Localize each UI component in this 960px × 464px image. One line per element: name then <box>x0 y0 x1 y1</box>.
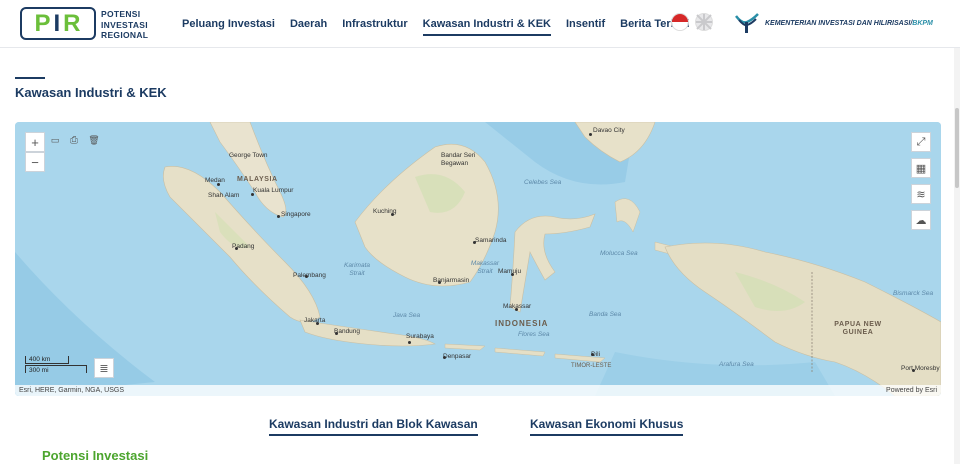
logo-text-line: INVESTASI <box>101 19 148 30</box>
zoom-out-button[interactable]: − <box>25 152 45 172</box>
city-label: Palembang <box>293 272 326 279</box>
scale-mi: 300 mi <box>25 365 87 374</box>
city-label: Kuala Lumpur <box>253 187 294 194</box>
city-label: Jakarta <box>304 317 326 324</box>
sea-label: Flores Sea <box>518 331 550 338</box>
city-label: Surabaya <box>406 333 434 340</box>
city-label: Bandar Seri Begawan <box>441 152 476 167</box>
city-label: Padang <box>232 243 255 250</box>
ministry-name-main: KEMENTERIAN INVESTASI DAN HILIRISASI/ <box>765 19 913 27</box>
logo-letter: R <box>63 9 82 37</box>
country-label-papua-new-guinea: PAPUA NEW GUINEA <box>834 321 882 336</box>
trash-icon[interactable]: 🗑 <box>85 132 103 148</box>
city-label: Davao City <box>593 127 625 134</box>
city-dot <box>277 215 280 218</box>
zoom-in-button[interactable]: + <box>25 132 45 152</box>
city-label: Shah Alam <box>208 192 240 199</box>
city-label: Denpasar <box>443 353 472 360</box>
main-nav: Peluang Investasi Daerah Infrastruktur K… <box>182 0 705 48</box>
nav-daerah[interactable]: Daerah <box>290 14 327 34</box>
city-label: Makassar <box>503 303 532 310</box>
nav-kawasan-industri-kek[interactable]: Kawasan Industri & KEK <box>422 14 552 36</box>
indonesia-flag-icon[interactable] <box>671 13 689 31</box>
tab-kawasan-ekonomi-khusus[interactable]: Kawasan Ekonomi Khusus <box>530 417 684 436</box>
qr-code-icon[interactable]: ▦ <box>911 158 931 178</box>
map-scale-bar: 400 km 300 mi <box>25 356 87 374</box>
logo-text: POTENSI INVESTASI REGIONAL <box>101 9 148 41</box>
ministry-logo[interactable]: KEMENTERIAN INVESTASI DAN HILIRISASI/BKP… <box>734 12 933 34</box>
city-label: Port Moresby <box>901 365 940 372</box>
attribution-text: Esri, HERE, Garmin, NGA, USGS <box>19 387 125 394</box>
title-accent-rule <box>15 77 45 79</box>
city-dot <box>408 341 411 344</box>
logo-letter: I <box>53 9 62 37</box>
city-label: Medan <box>205 177 225 184</box>
city-label: Samarinda <box>475 237 507 244</box>
layers-icon[interactable]: ≋ <box>911 184 931 204</box>
page-scrollbar[interactable] <box>954 48 960 464</box>
nav-infrastruktur[interactable]: Infrastruktur <box>342 14 407 34</box>
sea-label: Celebes Sea <box>524 179 562 186</box>
measure-icon[interactable]: ▭ <box>46 132 64 148</box>
city-label: Singapore <box>281 211 311 218</box>
powered-by-esri-link[interactable]: Powered by Esri <box>886 387 937 394</box>
ministry-emblem-icon <box>735 13 759 33</box>
city-label: Kuching <box>373 208 397 215</box>
sea-label: Molucca Sea <box>600 250 638 257</box>
sea-label: Karimata Strait <box>343 262 370 277</box>
sea-label: Banda Sea <box>589 311 622 318</box>
city-label: George Town <box>229 152 268 159</box>
section-heading-potensi-investasi: Potensi Investasi <box>42 448 149 463</box>
page-title: Kawasan Industri & KEK <box>15 85 167 100</box>
city-label: Dili <box>591 351 601 358</box>
map-view[interactable]: MALAYSIA INDONESIA PAPUA NEW GUINEA Dava… <box>15 122 941 396</box>
nav-insentif[interactable]: Insentif <box>566 14 605 34</box>
scrollbar-thumb[interactable] <box>955 108 959 188</box>
ministry-name-bkpm: BKPM <box>912 19 933 27</box>
tab-kawasan-industri[interactable]: Kawasan Industri dan Blok Kawasan <box>269 417 478 436</box>
city-label: Bandung <box>334 328 361 335</box>
map-attribution: Esri, HERE, Garmin, NGA, USGS Powered by… <box>15 385 941 396</box>
ministry-name: KEMENTERIAN INVESTASI DAN HILIRISASI/BKP… <box>765 20 933 27</box>
logo-text-line: POTENSI <box>101 9 141 19</box>
logo-text-line: REGIONAL <box>101 30 149 40</box>
pir-logo[interactable]: P I R <box>20 7 96 40</box>
top-header: P I R POTENSI INVESTASI REGIONAL Peluang… <box>0 0 960 48</box>
region-label-timor-leste: TIMOR-LESTE <box>571 363 612 369</box>
sea-label: Arafura Sea <box>719 361 754 368</box>
city-label: Banjarmasin <box>433 277 470 284</box>
uk-flag-icon[interactable] <box>695 13 713 31</box>
city-dot <box>589 133 592 136</box>
country-label-malaysia: MALAYSIA <box>237 176 278 183</box>
logo-letter: P <box>34 9 52 37</box>
sea-label: Java Sea <box>393 312 421 319</box>
country-label-indonesia: INDONESIA <box>495 319 549 328</box>
print-icon[interactable]: ⎙ <box>65 132 83 148</box>
fullscreen-icon[interactable]: ⤢ <box>911 132 931 152</box>
sea-label: Bismarck Sea <box>893 290 934 297</box>
cloud-download-icon[interactable]: ☁ <box>911 210 931 230</box>
legend-list-icon[interactable]: ≣ <box>94 358 114 378</box>
nav-peluang-investasi[interactable]: Peluang Investasi <box>182 14 275 34</box>
sea-label: Makassar Strait <box>470 260 500 275</box>
scale-km: 400 km <box>25 356 69 364</box>
